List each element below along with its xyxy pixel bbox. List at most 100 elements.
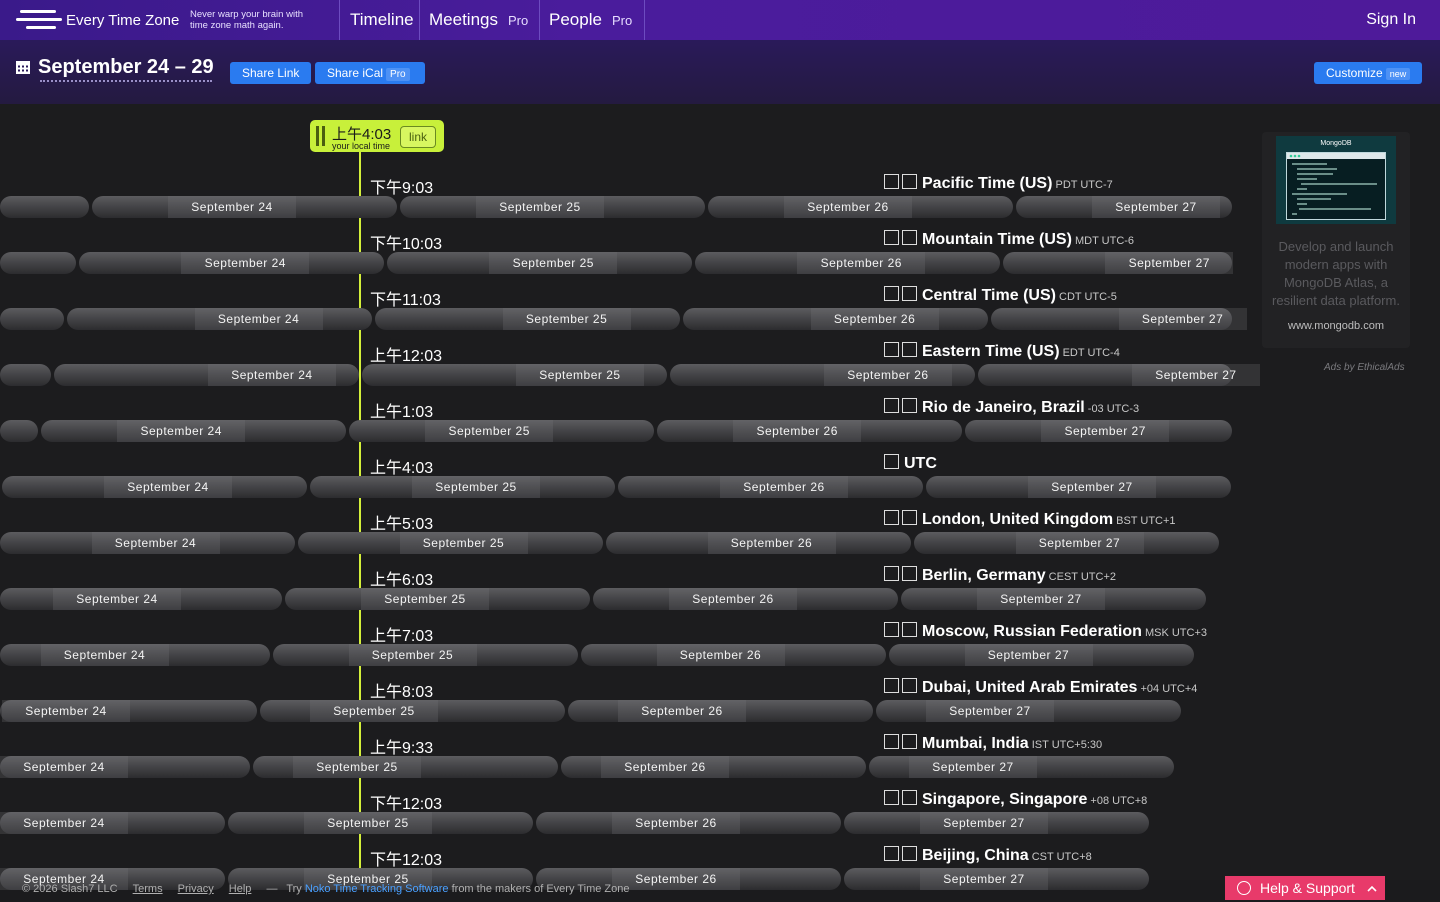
zone-time[interactable]: 上午1:03 <box>370 398 433 422</box>
day-label: September 27 <box>1028 476 1156 498</box>
date-range-title[interactable]: September 24 – 29 <box>38 56 214 79</box>
zone-time[interactable]: 上午7:03 <box>370 622 433 646</box>
help-support-button[interactable]: Help & Support <box>1225 876 1385 900</box>
share-link-button[interactable]: Share Link <box>230 62 312 84</box>
help-link[interactable]: Help <box>229 883 252 895</box>
calendar-grid-icon[interactable] <box>902 230 917 245</box>
ad-text[interactable]: Develop and launch modern apps with Mong… <box>1266 238 1406 310</box>
timezone-row[interactable]: September 24 September 25 September 26 Sept… <box>0 230 1240 286</box>
day-bar[interactable] <box>0 420 39 442</box>
zone-label[interactable]: Mountain Time (US) MDT UTC-6 <box>884 230 1134 249</box>
timezone-row[interactable]: September 24 September 25 September 26 Sept… <box>0 510 1240 566</box>
local-time-caption: your local time <box>332 141 391 151</box>
zone-label[interactable]: Singapore, Singapore +08 UTC+8 <box>884 790 1147 809</box>
zone-time[interactable]: 上午6:03 <box>370 566 433 590</box>
drag-handle-icon[interactable] <box>316 126 326 146</box>
calendar-grid-icon[interactable] <box>902 734 917 749</box>
timezone-row[interactable]: September 24 September 25 September 26 Sept… <box>0 342 1260 398</box>
ad-image[interactable]: MongoDB <box>1276 136 1396 224</box>
zone-label[interactable]: Central Time (US) CDT UTC-5 <box>884 286 1117 305</box>
day-label: September 26 <box>784 196 912 218</box>
nav-meetings[interactable]: Meetings Pro <box>419 0 539 40</box>
calendar-grid-icon[interactable] <box>902 398 917 413</box>
timezone-row[interactable]: September 24 September 25 September 26 Sept… <box>0 174 1240 230</box>
calendar-grid-icon[interactable] <box>884 566 899 581</box>
calendar-grid-icon[interactable] <box>902 286 917 301</box>
calendar-grid-icon[interactable] <box>902 846 917 861</box>
timezone-row[interactable]: September 24 September 25 September 26 Sept… <box>0 678 1240 734</box>
zone-label[interactable]: Pacific Time (US) PDT UTC-7 <box>884 174 1113 193</box>
logo-icon[interactable] <box>16 10 62 32</box>
calendar-grid-icon[interactable] <box>884 286 899 301</box>
calendar-grid-icon[interactable] <box>902 174 917 189</box>
calendar-grid-icon[interactable] <box>884 790 899 805</box>
calendar-grid-icon[interactable] <box>902 790 917 805</box>
day-bar[interactable] <box>0 252 77 274</box>
calendar-icon[interactable] <box>16 60 30 74</box>
ad-url[interactable]: www.mongodb.com <box>1266 320 1406 332</box>
timezone-row[interactable]: September 24 September 25 September 26 Sept… <box>0 454 1240 510</box>
privacy-link[interactable]: Privacy <box>178 883 214 895</box>
zone-time[interactable]: 下午10:03 <box>370 230 442 254</box>
calendar-grid-icon[interactable] <box>902 566 917 581</box>
day-bar[interactable] <box>0 308 64 330</box>
timezone-row[interactable]: September 24 September 25 September 26 Sept… <box>0 398 1240 454</box>
share-ical-button[interactable]: Share iCal Pro <box>315 62 425 84</box>
day-label: September 27 <box>909 756 1037 778</box>
calendar-grid-icon[interactable] <box>884 734 899 749</box>
zone-time[interactable]: 上午4:03 <box>370 454 433 478</box>
zone-label[interactable]: Beijing, China CST UTC+8 <box>884 846 1092 865</box>
calendar-grid-icon[interactable] <box>884 846 899 861</box>
calendar-grid-icon[interactable] <box>884 622 899 637</box>
terms-link[interactable]: Terms <box>133 883 163 895</box>
footer-from: from the makers of Every Time Zone <box>451 883 630 895</box>
sign-in-link[interactable]: Sign In <box>1366 11 1416 29</box>
timezone-row[interactable]: September 24 September 25 September 26 Sept… <box>0 790 1240 846</box>
timezone-row[interactable]: September 24 September 25 September 26 Sept… <box>0 734 1240 790</box>
calendar-grid-icon[interactable] <box>884 398 899 413</box>
zone-time[interactable]: 下午9:03 <box>370 174 433 198</box>
zone-label[interactable]: UTC <box>884 454 937 473</box>
timezone-row[interactable]: September 24 September 25 September 26 Sept… <box>0 622 1240 678</box>
calendar-grid-icon[interactable] <box>902 342 917 357</box>
calendar-grid-icon[interactable] <box>884 454 899 469</box>
brand-name[interactable]: Every Time Zone <box>66 12 179 29</box>
timezone-row[interactable]: September 24 September 25 September 26 Sept… <box>0 286 1247 342</box>
advertisement[interactable]: MongoDB Develop and launch modern apps w… <box>1262 132 1410 348</box>
zone-abbreviation: CST UTC+8 <box>1028 851 1092 863</box>
calendar-grid-icon[interactable] <box>902 678 917 693</box>
zone-label[interactable]: London, United Kingdom BST UTC+1 <box>884 510 1176 529</box>
zone-time[interactable]: 下午11:03 <box>370 286 441 310</box>
ads-by-ethicalads[interactable]: Ads by EthicalAds <box>1324 362 1405 373</box>
local-time-link-button[interactable]: link <box>400 126 436 148</box>
calendar-grid-icon[interactable] <box>884 342 899 357</box>
nav-people[interactable]: People Pro <box>539 0 645 40</box>
nav-timeline[interactable]: Timeline <box>339 0 419 40</box>
calendar-grid-icon[interactable] <box>884 678 899 693</box>
zone-time[interactable]: 上午5:03 <box>370 510 433 534</box>
zone-time[interactable]: 下午12:03 <box>370 846 442 870</box>
local-time-marker[interactable]: 上午4:03 your local time link <box>310 120 444 152</box>
zone-time[interactable]: 上午8:03 <box>370 678 433 702</box>
zone-label[interactable]: Rio de Janeiro, Brazil -03 UTC-3 <box>884 398 1139 417</box>
calendar-grid-icon[interactable] <box>884 174 899 189</box>
zone-time[interactable]: 上午12:03 <box>370 342 442 366</box>
zone-label[interactable]: Dubai, United Arab Emirates +04 UTC+4 <box>884 678 1197 697</box>
zone-time[interactable]: 上午9:33 <box>370 734 433 758</box>
zone-label[interactable]: Moscow, Russian Federation MSK UTC+3 <box>884 622 1207 641</box>
noko-link[interactable]: Noko Time Tracking Software <box>305 883 449 895</box>
day-bar[interactable] <box>0 364 51 386</box>
timezone-row[interactable]: September 24 September 25 September 26 Sept… <box>0 566 1240 622</box>
day-label: September 27 <box>1105 252 1234 274</box>
zone-label[interactable]: Mumbai, India IST UTC+5:30 <box>884 734 1102 753</box>
calendar-grid-icon[interactable] <box>902 622 917 637</box>
zone-label[interactable]: Berlin, Germany CEST UTC+2 <box>884 566 1116 585</box>
day-bar[interactable] <box>0 196 89 218</box>
calendar-grid-icon[interactable] <box>884 230 899 245</box>
zone-label[interactable]: Eastern Time (US) EDT UTC-4 <box>884 342 1120 361</box>
customize-button[interactable]: Customize new <box>1314 62 1423 84</box>
calendar-grid-icon[interactable] <box>884 510 899 525</box>
calendar-grid-icon[interactable] <box>902 510 917 525</box>
zone-time[interactable]: 下午12:03 <box>370 790 442 814</box>
day-label: September 27 <box>1041 420 1170 442</box>
